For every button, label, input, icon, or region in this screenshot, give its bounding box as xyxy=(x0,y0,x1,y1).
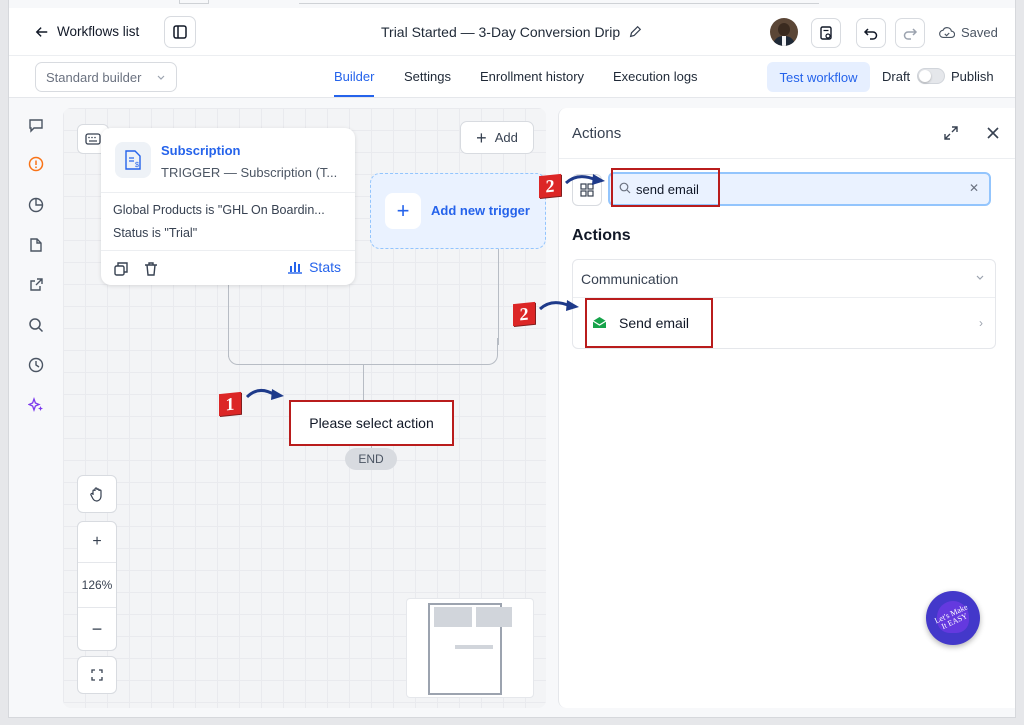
keyboard-icon xyxy=(85,133,101,145)
close-icon[interactable] xyxy=(983,123,1003,143)
annotation-arrow xyxy=(564,174,605,185)
minimap[interactable] xyxy=(406,598,534,698)
external-link-icon[interactable] xyxy=(27,276,45,294)
builder-mode-select[interactable]: Standard builder xyxy=(35,62,177,92)
cloud-check-icon xyxy=(939,26,955,38)
fullscreen-icon xyxy=(91,669,103,681)
workflow-notes-button[interactable] xyxy=(811,18,841,48)
panel-title: Actions xyxy=(572,125,622,142)
back-to-workflows-link[interactable]: Workflows list xyxy=(35,24,139,39)
saved-label: Saved xyxy=(961,25,998,40)
select-action-node[interactable]: Please select action xyxy=(289,400,454,446)
tab-builder[interactable]: Builder xyxy=(334,69,375,97)
tab-settings[interactable]: Settings xyxy=(404,69,451,84)
add-trigger-label: Add new trigger xyxy=(431,203,530,218)
annotation-arrow xyxy=(245,389,284,400)
add-label: Add xyxy=(494,130,518,145)
back-label: Workflows list xyxy=(57,24,140,39)
step-badge-2: 2 xyxy=(513,301,535,327)
alert-circle-icon[interactable] xyxy=(27,155,45,173)
subscription-doc-icon: $ xyxy=(115,142,151,178)
top-header: Workflows list Trial Started — 3-Day Con… xyxy=(9,8,1015,56)
svg-text:$: $ xyxy=(135,162,139,169)
trigger-condition: Global Products is "GHL On Boardin... xyxy=(113,203,325,217)
undo-button[interactable] xyxy=(856,18,886,48)
tab-execution-logs[interactable]: Execution logs xyxy=(613,69,698,84)
toggle-sidebar-button[interactable] xyxy=(164,16,196,48)
stats-button[interactable]: Stats xyxy=(287,259,341,275)
actions-section-title: Actions xyxy=(572,227,631,244)
zoom-out-button[interactable]: − xyxy=(78,608,116,650)
step-badge-2: 2 xyxy=(539,173,561,199)
app-window: Workflows list Trial Started — 3-Day Con… xyxy=(8,0,1016,718)
draft-label: Draft xyxy=(882,69,911,84)
tab-enrollment-history[interactable]: Enrollment history xyxy=(480,69,584,84)
trigger-name: Subscription xyxy=(161,143,241,158)
hand-icon xyxy=(90,487,102,502)
fit-view-button[interactable] xyxy=(77,656,117,694)
workflow-canvas[interactable]: $ Subscription TRIGGER — Subscription (T… xyxy=(63,108,546,708)
connector-join xyxy=(228,338,498,365)
zoom-in-button[interactable]: + xyxy=(78,522,116,562)
connector-right xyxy=(498,249,499,345)
zoom-controls: + 126% − xyxy=(77,521,117,651)
zoom-level: 126% xyxy=(78,562,116,608)
plus-icon: + xyxy=(385,193,421,229)
pencil-edit-icon[interactable] xyxy=(628,25,642,39)
trash-icon[interactable] xyxy=(143,261,159,277)
expand-icon[interactable] xyxy=(941,123,961,143)
file-icon[interactable] xyxy=(27,236,45,254)
connector-down xyxy=(363,365,364,400)
pie-chart-icon[interactable] xyxy=(27,196,45,214)
top-chrome xyxy=(179,0,819,4)
group-header[interactable]: Communication xyxy=(581,271,678,287)
undo-icon xyxy=(863,28,878,40)
sub-header: Standard builder Builder Settings Enroll… xyxy=(9,56,1015,98)
redo-button[interactable] xyxy=(895,18,925,48)
stats-label: Stats xyxy=(309,259,341,275)
plus-icon: + xyxy=(476,127,487,148)
comments-icon[interactable] xyxy=(27,116,45,134)
test-workflow-button[interactable]: Test workflow xyxy=(767,62,870,92)
save-status: Saved xyxy=(939,25,998,40)
step-badge-1: 1 xyxy=(219,391,241,417)
chevron-down-icon xyxy=(157,75,165,80)
add-new-trigger-card[interactable]: + Add new trigger xyxy=(370,173,546,249)
add-button[interactable]: + Add xyxy=(460,121,534,154)
pan-tool-button[interactable] xyxy=(77,475,117,513)
builder-mode-value: Standard builder xyxy=(46,69,142,85)
sidebar-panel-icon xyxy=(173,25,187,39)
publish-toggle[interactable] xyxy=(917,68,945,84)
trigger-card[interactable]: $ Subscription TRIGGER — Subscription (T… xyxy=(101,128,355,285)
ai-sparkle-icon[interactable] xyxy=(27,396,45,414)
chevron-right-icon: › xyxy=(979,316,983,330)
user-avatar[interactable] xyxy=(770,18,798,46)
trigger-subtitle: TRIGGER — Subscription (T... xyxy=(161,165,338,180)
chevron-down-icon[interactable] xyxy=(975,272,985,282)
redo-icon xyxy=(903,28,918,40)
search-highlight-box xyxy=(611,168,720,207)
workflow-title-text: Trial Started — 3-Day Conversion Drip xyxy=(381,24,621,40)
left-rail xyxy=(9,98,63,717)
end-node: END xyxy=(345,448,397,470)
workflow-title[interactable]: Trial Started — 3-Day Conversion Drip xyxy=(381,24,642,40)
clear-search-icon[interactable]: ✕ xyxy=(969,181,979,195)
history-icon[interactable] xyxy=(27,356,45,374)
arrow-left-icon xyxy=(35,26,48,37)
bar-chart-icon xyxy=(288,262,303,274)
document-settings-icon xyxy=(820,26,832,40)
search-icon[interactable] xyxy=(27,316,45,334)
copy-icon[interactable] xyxy=(113,261,129,277)
trigger-condition: Status is "Trial" xyxy=(113,226,198,240)
annotation-arrow xyxy=(538,300,579,311)
watermark-logo: Let's Make It EASY xyxy=(926,591,980,645)
send-email-highlight-box xyxy=(585,298,713,348)
publish-label: Publish xyxy=(951,69,994,84)
